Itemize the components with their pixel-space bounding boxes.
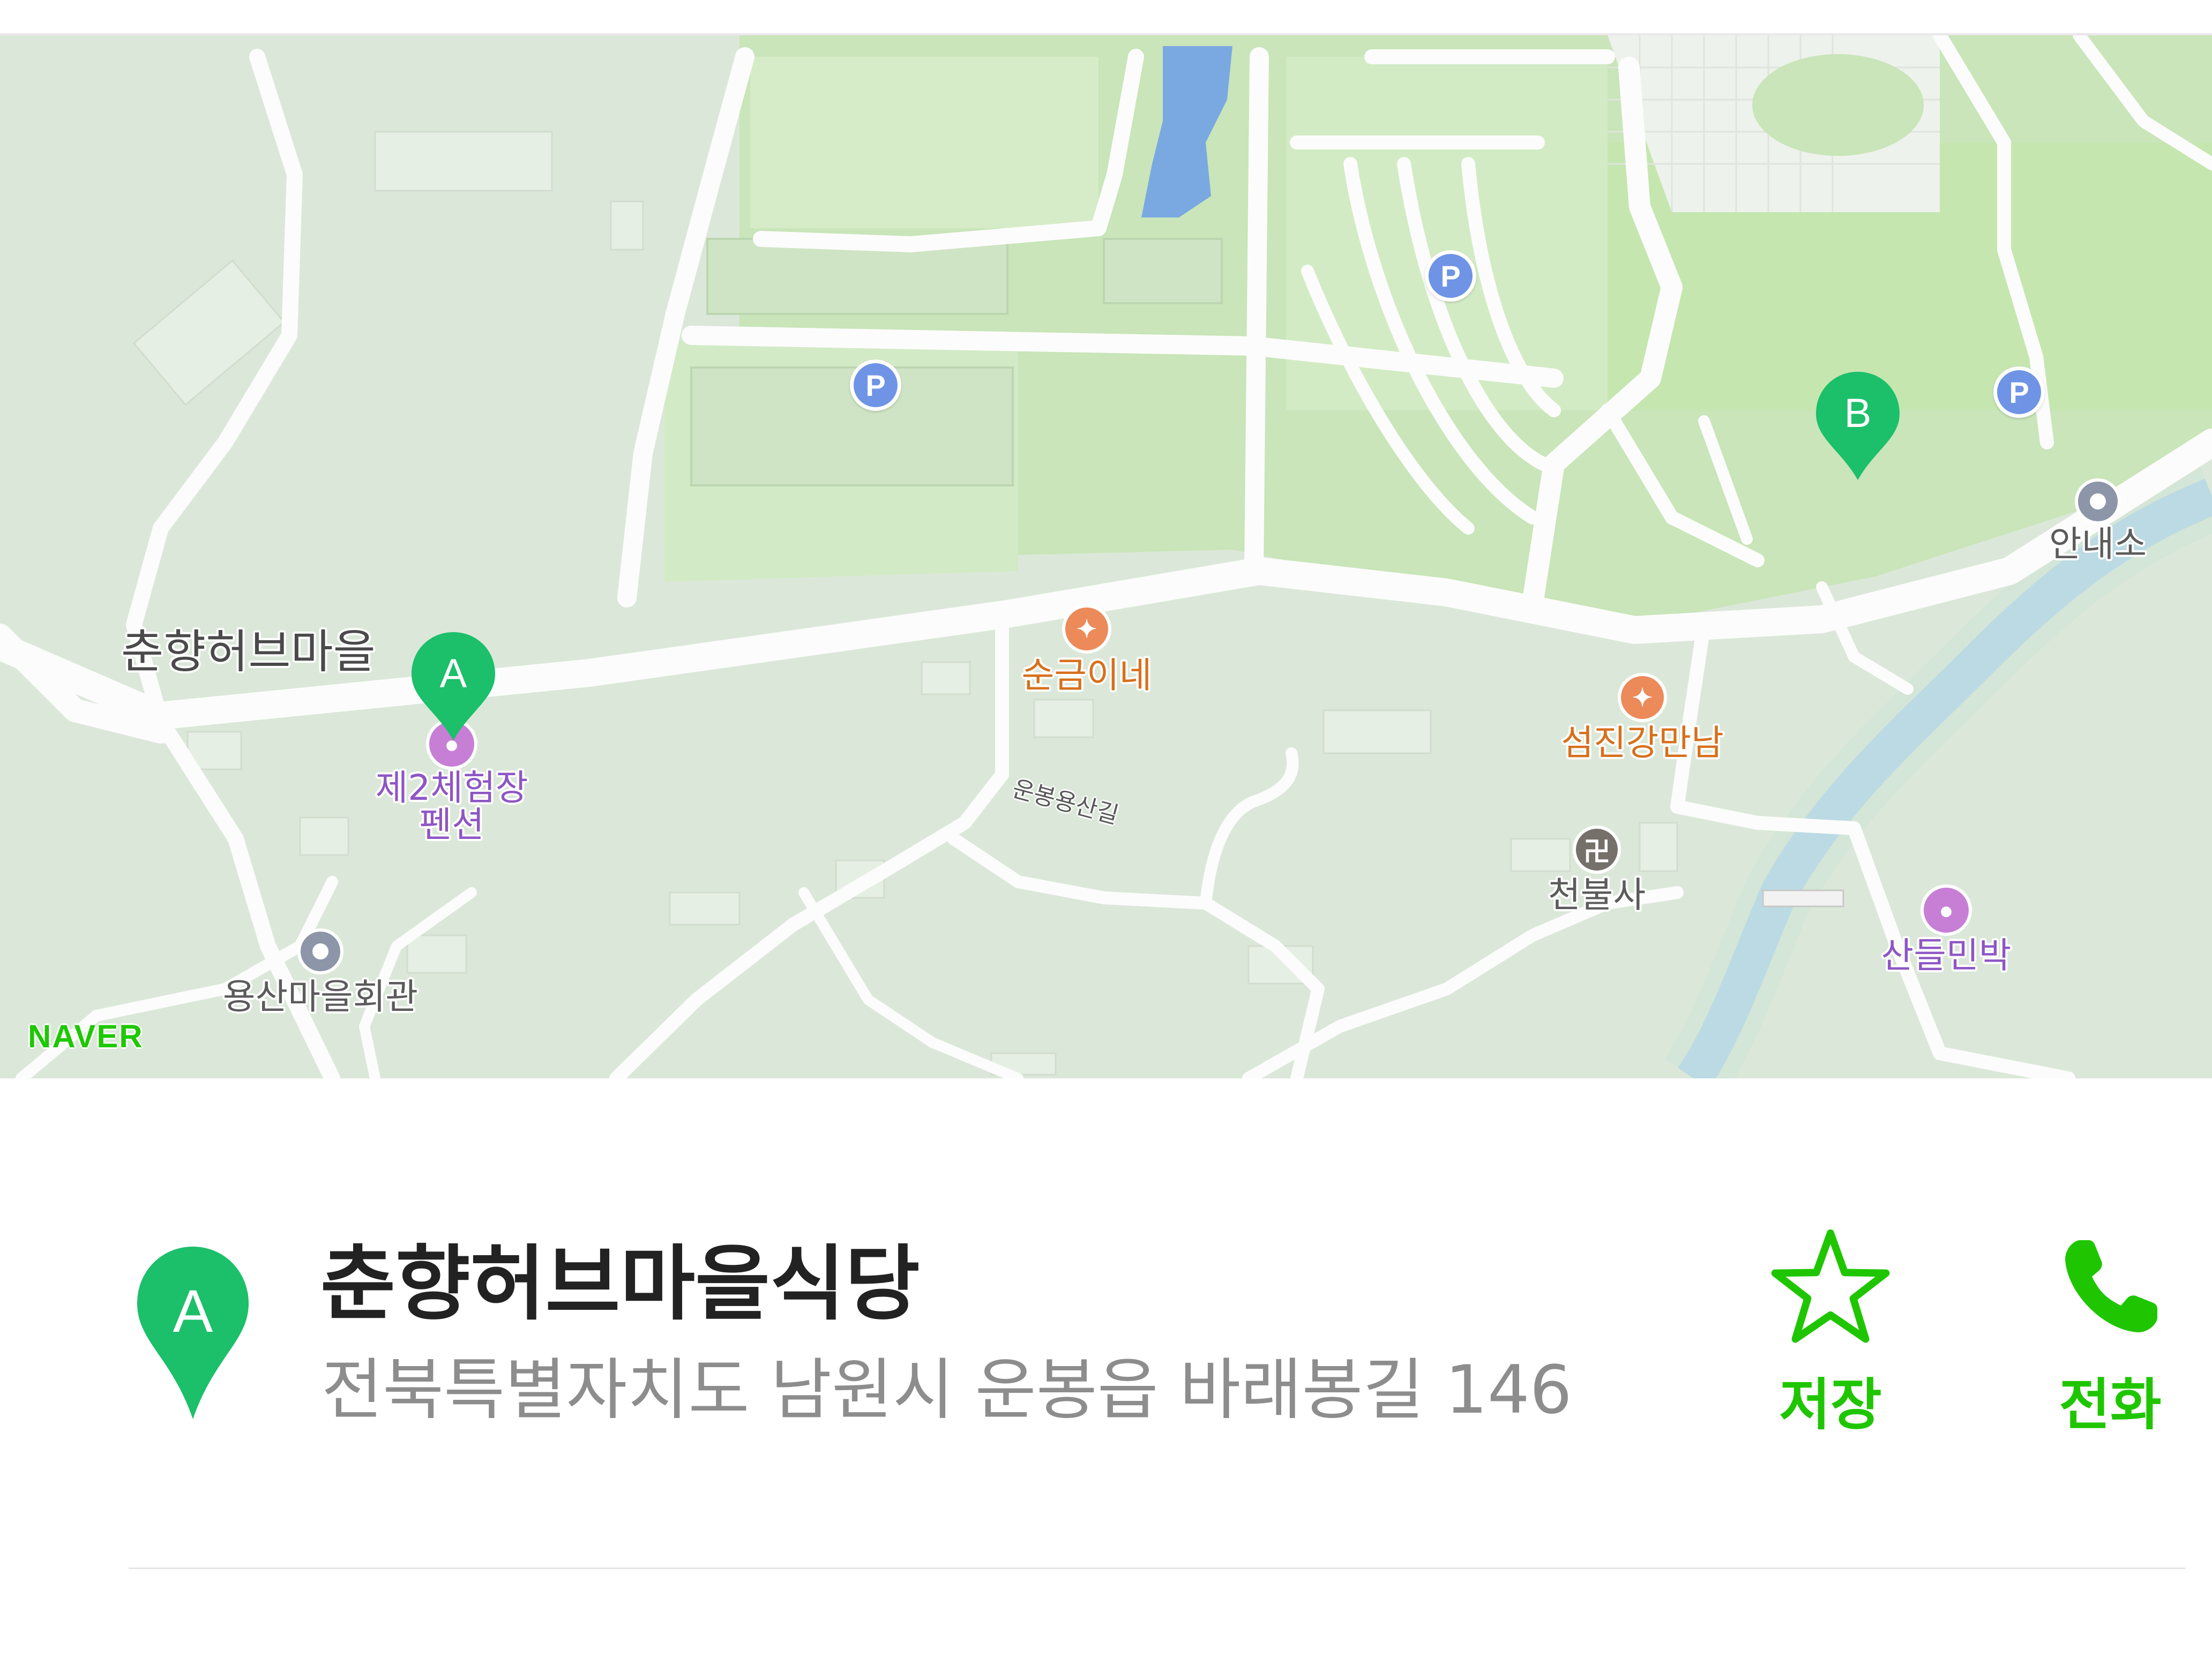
info-dot xyxy=(2090,493,2106,509)
phone-icon xyxy=(2030,1223,2191,1352)
poi-label-minbak[interactable]: 산들민박 xyxy=(1881,937,2012,974)
info-dot xyxy=(312,943,328,959)
place-marker-icon: A xyxy=(134,1244,252,1421)
restaurant-icon[interactable]: ✦ xyxy=(1618,673,1667,722)
star-outline-shape xyxy=(1771,1229,1890,1343)
parking-icon[interactable]: P xyxy=(1993,366,2045,418)
restaurant-icon[interactable]: ✦ xyxy=(1062,604,1111,654)
star-outline-icon xyxy=(1750,1223,1911,1352)
map-view[interactable]: 춘향허브마을 운봉용산길 P P P ● 제2체험장 펜션 용산마을회관 ✦ 순… xyxy=(0,35,2212,1078)
place-marker-letter: A xyxy=(173,1278,213,1345)
marker-b-letter: B xyxy=(1844,390,1872,436)
place-name[interactable]: 춘향허브마을식당 xyxy=(320,1218,920,1336)
phone-shape xyxy=(2065,1240,2157,1332)
map-base-layer xyxy=(0,35,2212,1078)
top-bar xyxy=(0,0,2212,35)
parking-icon[interactable]: P xyxy=(850,359,901,411)
call-label: 전화 xyxy=(2059,1372,2162,1437)
naver-logo: NAVER xyxy=(28,1018,144,1054)
divider xyxy=(129,1568,2185,1569)
parking-icon[interactable]: P xyxy=(1425,250,1476,302)
place-card[interactable]: A 춘향허브마을식당 전북특별자치도 남원시 운봉읍 바래봉길 146 저장 전… xyxy=(0,1078,2212,1665)
temple-icon[interactable]: 卍 xyxy=(1573,826,1621,874)
marker-a-letter: A xyxy=(439,650,467,696)
save-button[interactable]: 저장 xyxy=(1750,1223,1911,1440)
poi-label-info[interactable]: 안내소 xyxy=(2049,526,2147,563)
marker-a[interactable]: A xyxy=(408,630,498,742)
poi-label-temple[interactable]: 천불사 xyxy=(1548,876,1646,914)
place-address: 전북특별자치도 남원시 운봉읍 바래봉길 146 xyxy=(322,1352,1572,1429)
poi-label-pension-line: 제2체험장 펜션 xyxy=(375,767,528,846)
area-label: 춘향허브마을 xyxy=(121,625,376,679)
save-label: 저장 xyxy=(1779,1372,1882,1437)
poi-label-hall[interactable]: 용산마을회관 xyxy=(223,978,418,1016)
call-button[interactable]: 전화 xyxy=(2030,1223,2191,1440)
info-circle-icon[interactable] xyxy=(2075,478,2121,524)
poi-label-pension[interactable]: 제2체험장 펜션 xyxy=(339,769,564,844)
poi-label-restaurant1[interactable]: 순금이네 xyxy=(1022,657,1152,694)
info-circle-icon[interactable] xyxy=(297,928,343,974)
poi-label-restaurant2[interactable]: 섬진강만남 xyxy=(1561,724,1724,762)
marker-b[interactable]: B xyxy=(1813,370,1903,482)
lodging-icon[interactable]: ● xyxy=(1920,884,1972,936)
